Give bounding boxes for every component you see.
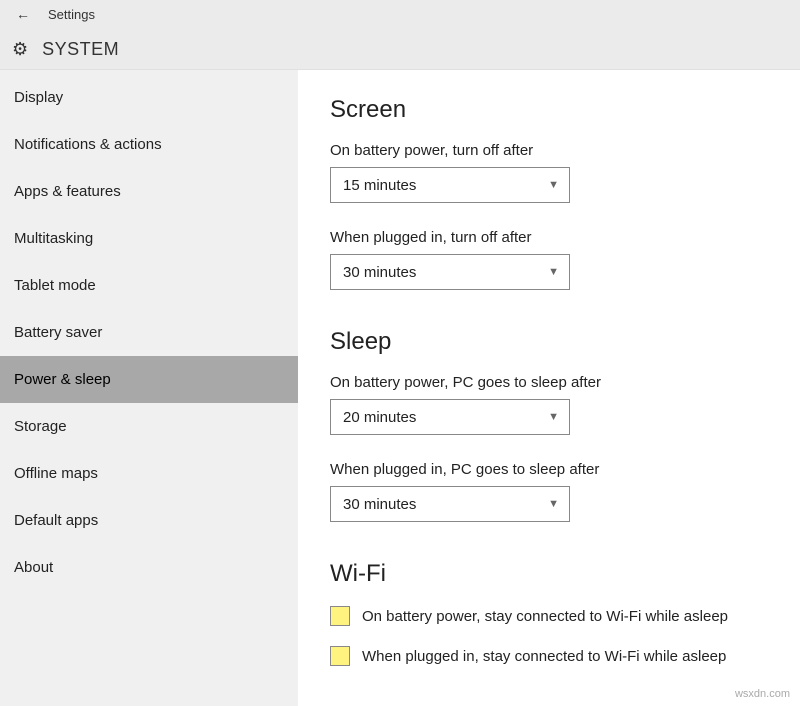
sidebar-item-label: Battery saver (14, 324, 102, 341)
wifi-battery-label: On battery power, stay connected to Wi-F… (362, 608, 728, 625)
sleep-battery-label: On battery power, PC goes to sleep after (330, 374, 800, 391)
screen-plugged-dropdown[interactable]: 30 minutes ▼ (330, 254, 570, 290)
sidebar-item-apps[interactable]: Apps & features (0, 168, 298, 215)
sidebar-item-display[interactable]: Display (0, 74, 298, 121)
gear-icon: ⚙ (12, 39, 28, 60)
screen-battery-label: On battery power, turn off after (330, 142, 800, 159)
dropdown-value: 15 minutes (343, 177, 416, 194)
chevron-down-icon: ▼ (548, 411, 559, 423)
dropdown-value: 30 minutes (343, 264, 416, 281)
content-area: Display Notifications & actions Apps & f… (0, 70, 800, 706)
screen-battery-dropdown[interactable]: 15 minutes ▼ (330, 167, 570, 203)
page-title: SYSTEM (42, 39, 119, 60)
sidebar-item-default-apps[interactable]: Default apps (0, 497, 298, 544)
sidebar-item-label: Tablet mode (14, 277, 96, 294)
sidebar-item-label: About (14, 559, 53, 576)
sidebar-item-multitasking[interactable]: Multitasking (0, 215, 298, 262)
chevron-down-icon: ▼ (548, 266, 559, 278)
header-main: ⚙ SYSTEM (0, 28, 800, 70)
sidebar-item-label: Display (14, 89, 63, 106)
wifi-battery-row: On battery power, stay connected to Wi-F… (330, 606, 800, 626)
chevron-down-icon: ▼ (548, 498, 559, 510)
sidebar-item-label: Default apps (14, 512, 98, 529)
dropdown-value: 20 minutes (343, 409, 416, 426)
sleep-plugged-label: When plugged in, PC goes to sleep after (330, 461, 800, 478)
wifi-plugged-checkbox[interactable] (330, 646, 350, 666)
sidebar: Display Notifications & actions Apps & f… (0, 70, 298, 706)
sidebar-item-storage[interactable]: Storage (0, 403, 298, 450)
header-top: ← Settings (0, 0, 800, 28)
sidebar-item-tablet-mode[interactable]: Tablet mode (0, 262, 298, 309)
wifi-plugged-row: When plugged in, stay connected to Wi-Fi… (330, 646, 800, 666)
dropdown-value: 30 minutes (343, 496, 416, 513)
header-bar: ← Settings ⚙ SYSTEM (0, 0, 800, 70)
sleep-battery-dropdown[interactable]: 20 minutes ▼ (330, 399, 570, 435)
screen-plugged-label: When plugged in, turn off after (330, 229, 800, 246)
watermark: wsxdn.com (735, 688, 790, 700)
chevron-down-icon: ▼ (548, 179, 559, 191)
sidebar-item-power-sleep[interactable]: Power & sleep (0, 356, 298, 403)
sidebar-item-notifications[interactable]: Notifications & actions (0, 121, 298, 168)
sidebar-item-offline-maps[interactable]: Offline maps (0, 450, 298, 497)
window-title: Settings (48, 7, 95, 22)
back-arrow-icon[interactable]: ← (16, 6, 30, 22)
wifi-plugged-label: When plugged in, stay connected to Wi-Fi… (362, 648, 726, 665)
wifi-battery-checkbox[interactable] (330, 606, 350, 626)
sidebar-item-label: Notifications & actions (14, 136, 162, 153)
sidebar-item-battery-saver[interactable]: Battery saver (0, 309, 298, 356)
wifi-heading: Wi-Fi (330, 560, 800, 588)
sidebar-item-label: Multitasking (14, 230, 93, 247)
sidebar-item-label: Offline maps (14, 465, 98, 482)
sidebar-item-label: Storage (14, 418, 67, 435)
sleep-heading: Sleep (330, 328, 800, 356)
sidebar-item-label: Apps & features (14, 183, 121, 200)
sleep-plugged-dropdown[interactable]: 30 minutes ▼ (330, 486, 570, 522)
screen-heading: Screen (330, 96, 800, 124)
main-panel: Screen On battery power, turn off after … (298, 70, 800, 706)
sidebar-item-label: Power & sleep (14, 371, 111, 388)
sidebar-item-about[interactable]: About (0, 544, 298, 591)
